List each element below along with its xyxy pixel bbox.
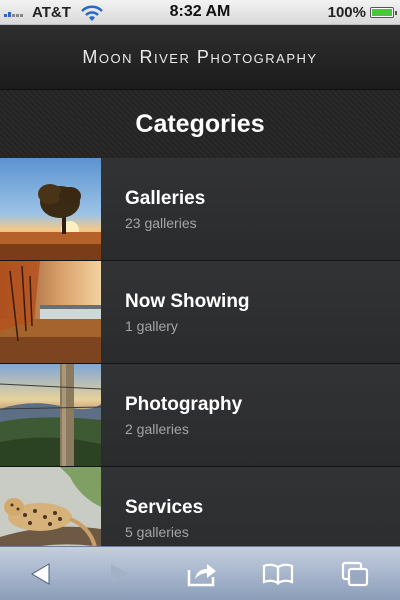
category-thumbnail bbox=[0, 158, 101, 260]
category-thumbnail bbox=[0, 467, 101, 546]
category-item-now-showing[interactable]: Now Showing 1 gallery bbox=[0, 261, 400, 364]
category-count: 2 galleries bbox=[125, 421, 189, 437]
bookmarks-icon bbox=[262, 563, 294, 585]
share-button[interactable] bbox=[172, 547, 232, 600]
site-header: Moon River Photography bbox=[0, 25, 400, 90]
category-title: Galleries bbox=[125, 188, 206, 209]
tabs-icon bbox=[341, 561, 369, 587]
tabs-button[interactable] bbox=[326, 547, 386, 600]
battery-level bbox=[372, 9, 392, 16]
fence-post-valley-image bbox=[0, 364, 101, 466]
forward-button[interactable] bbox=[90, 547, 150, 600]
category-list: Galleries 23 galleries Now Showing 1 gal… bbox=[0, 158, 400, 546]
category-count: 5 galleries bbox=[125, 524, 189, 540]
category-count: 1 gallery bbox=[125, 318, 178, 334]
share-icon bbox=[187, 564, 216, 587]
browser-toolbar bbox=[0, 546, 400, 600]
battery-percent: 100% bbox=[327, 4, 366, 21]
battery-icon bbox=[370, 7, 397, 18]
section-title-bar: Categories bbox=[0, 90, 400, 159]
category-item-photography[interactable]: Photography 2 galleries bbox=[0, 364, 400, 467]
category-item-services[interactable]: Services 5 galleries bbox=[0, 467, 400, 546]
forward-icon bbox=[111, 564, 128, 584]
category-thumbnail bbox=[0, 261, 101, 363]
category-thumbnail bbox=[0, 364, 101, 466]
category-title: Services bbox=[125, 497, 204, 518]
site-title[interactable]: Moon River Photography bbox=[82, 47, 317, 68]
bookmarks-button[interactable] bbox=[248, 547, 308, 600]
category-title: Now Showing bbox=[125, 291, 250, 312]
tree-sunset-image bbox=[0, 158, 101, 260]
page-title: Categories bbox=[135, 109, 265, 138]
back-button[interactable] bbox=[10, 547, 70, 600]
app: AT&T 8:32 AM 100% Moon River Photography… bbox=[0, 0, 400, 600]
leopard-on-branch-image bbox=[0, 467, 101, 546]
category-item-galleries[interactable]: Galleries 23 galleries bbox=[0, 158, 400, 261]
status-bar: AT&T 8:32 AM 100% bbox=[0, 0, 400, 25]
category-count: 23 galleries bbox=[125, 215, 197, 231]
back-icon bbox=[31, 563, 50, 585]
category-title: Photography bbox=[125, 394, 243, 415]
autumn-lake-image bbox=[0, 261, 101, 363]
